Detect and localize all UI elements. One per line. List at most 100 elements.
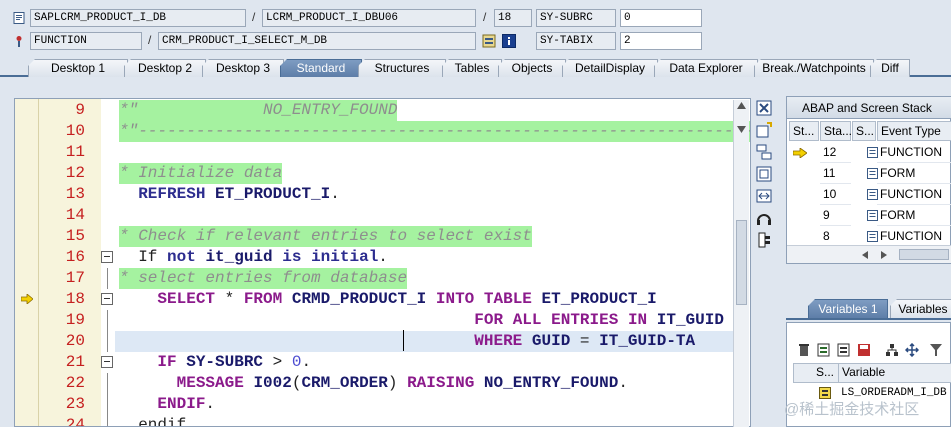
delete-icon[interactable] — [797, 343, 811, 357]
headset-icon[interactable] — [756, 210, 772, 226]
function-icon — [16, 36, 22, 47]
editor-scrollbar[interactable] — [733, 100, 749, 427]
tab-objects[interactable]: Objects — [498, 59, 566, 77]
stack-col-header[interactable]: St... — [789, 121, 819, 141]
code-line[interactable]: 18 SELECT * FROM CRMD_PRODUCT_I INTO TAB… — [15, 289, 735, 310]
code-line[interactable]: 13 REFRESH ET_PRODUCT_I. — [15, 184, 735, 205]
code-line[interactable]: 22 MESSAGE I002(CRM_ORDER) RAISING NO_EN… — [15, 373, 735, 394]
stack-event-type[interactable]: FUNCTION — [877, 226, 951, 247]
tab-variables-1[interactable]: Variables 1 — [808, 299, 888, 318]
code-line[interactable]: 19 FOR ALL ENTRIES IN IT_GUID — [15, 310, 735, 331]
tab-data-explorer[interactable]: Data Explorer — [654, 59, 758, 77]
tab-standard[interactable]: Standard — [280, 59, 362, 77]
scroll-right-icon[interactable] — [881, 251, 887, 259]
stack-scroll-thumb[interactable] — [899, 249, 949, 260]
tab-desktop-3[interactable]: Desktop 3 — [202, 59, 284, 77]
code-line[interactable]: 11 — [15, 142, 735, 163]
info-icon[interactable] — [502, 34, 516, 48]
new-window-icon[interactable] — [756, 122, 772, 138]
sy-tabix-label[interactable]: SY-TABIX — [536, 32, 616, 50]
stack-level[interactable]: 9 — [820, 205, 851, 226]
fold-toggle-icon[interactable] — [101, 293, 113, 305]
tab-structures[interactable]: Structures — [358, 59, 446, 77]
stack-event-type[interactable]: FORM — [877, 163, 951, 184]
stack-level[interactable]: 11 — [820, 163, 851, 184]
fold-toggle-icon[interactable] — [101, 251, 113, 263]
move-icon[interactable] — [905, 343, 919, 357]
stack-col-header[interactable]: Event Type — [877, 121, 951, 141]
code-text: * select entries from database — [119, 268, 408, 289]
code-line[interactable]: 23 ENDIF. — [15, 394, 735, 415]
tab-diff[interactable]: Diff — [870, 59, 910, 77]
stack-col-header[interactable]: S... — [852, 121, 876, 141]
sy-subrc-value[interactable]: 0 — [620, 9, 702, 27]
code-line[interactable]: 16 If not it_guid is initial. — [15, 247, 735, 268]
code-line[interactable]: 21 IF SY-SUBRC > 0. — [15, 352, 735, 373]
stack-hscrollbar[interactable] — [787, 245, 951, 263]
tab-detaildisplay[interactable]: DetailDisplay — [562, 59, 658, 77]
source-code-editor[interactable]: 9 *" NO_ENTRY_FOUND 10 *"------------------… — [14, 98, 751, 427]
code-line[interactable]: 12 * Initialize data — [15, 163, 735, 184]
stack-col-header[interactable]: Sta... — [820, 121, 852, 141]
line-number: 16 — [65, 248, 85, 266]
scroll-thumb[interactable] — [736, 220, 747, 305]
line-number: 11 — [65, 143, 85, 161]
tab-break-watchpoints[interactable]: Break./Watchpoints — [754, 59, 874, 77]
col-header-status[interactable]: S... — [816, 365, 834, 379]
code-text: endif — [119, 415, 186, 426]
col-header-variable[interactable]: Variable — [842, 365, 885, 379]
code-line[interactable]: 9 *" NO_ENTRY_FOUND — [15, 100, 735, 121]
tab-desktop-1[interactable]: Desktop 1 — [28, 59, 128, 77]
scroll-down-icon[interactable] — [737, 126, 746, 133]
code-line[interactable]: 17 * select entries from database — [15, 268, 735, 289]
code-token: WHERE — [474, 332, 523, 350]
swap-icon[interactable] — [756, 188, 772, 204]
tab-desktop-2[interactable]: Desktop 2 — [124, 59, 206, 77]
stack-level[interactable]: 10 — [820, 184, 851, 205]
sy-tabix-value[interactable]: 2 — [620, 32, 702, 50]
stack-level[interactable]: 12 — [820, 142, 851, 163]
display-object-icon[interactable] — [482, 34, 496, 48]
code-token: . — [378, 248, 388, 266]
code-line[interactable]: 15 * Check if relevant entries to select … — [15, 226, 735, 247]
maximize-icon[interactable] — [756, 166, 772, 182]
split-view-icon[interactable] — [756, 144, 772, 160]
filter-icon[interactable] — [929, 343, 943, 357]
code-line[interactable]: 10 *"------------------------------------… — [15, 121, 750, 142]
line-number: 22 — [65, 374, 85, 392]
fold-toggle-icon[interactable] — [101, 356, 113, 368]
stack-event-type[interactable]: FORM — [877, 205, 951, 226]
include-field[interactable]: LCRM_PRODUCT_I_DBU06 — [262, 9, 476, 27]
code-line[interactable]: 14 — [15, 205, 735, 226]
close-icon[interactable] — [756, 100, 772, 116]
tab-tables[interactable]: Tables — [442, 59, 502, 77]
code-token: ( — [291, 374, 302, 392]
scroll-left-icon[interactable] — [862, 251, 868, 259]
import-icon[interactable] — [817, 343, 831, 357]
code-token: IN — [627, 311, 648, 329]
program-field[interactable]: SAPLCRM_PRODUCT_I_DB — [30, 9, 246, 27]
tab-variables-2[interactable]: Variables — [890, 299, 951, 318]
header-row-program: SAPLCRM_PRODUCT_I_DB / LCRM_PRODUCT_I_DB… — [0, 9, 951, 31]
line-number-field[interactable]: 18 — [494, 9, 532, 27]
code-line[interactable]: 24 endif — [15, 415, 735, 426]
save-icon[interactable] — [857, 343, 871, 357]
stack-level[interactable]: 8 — [820, 226, 851, 247]
function-name-field[interactable]: CRM_PRODUCT_I_SELECT_M_DB — [158, 32, 476, 50]
scroll-up-icon[interactable] — [737, 102, 746, 109]
hierarchy-icon[interactable] — [885, 343, 899, 357]
code-token: * — [215, 290, 244, 308]
code-line[interactable]: 20 WHERE GUID = IT_GUID-TA — [15, 331, 735, 352]
stack-event-type[interactable]: FUNCTION — [877, 142, 951, 163]
separator: / — [252, 10, 256, 24]
tool-icon[interactable] — [756, 232, 772, 248]
stack-event-type[interactable]: FUNCTION — [877, 184, 951, 205]
sy-subrc-label[interactable]: SY-SUBRC — [536, 9, 616, 27]
event-type-field[interactable]: FUNCTION — [30, 32, 142, 50]
export-icon[interactable] — [837, 343, 851, 357]
code-token: *" NO_ENTRY_FOUND — [119, 101, 398, 119]
